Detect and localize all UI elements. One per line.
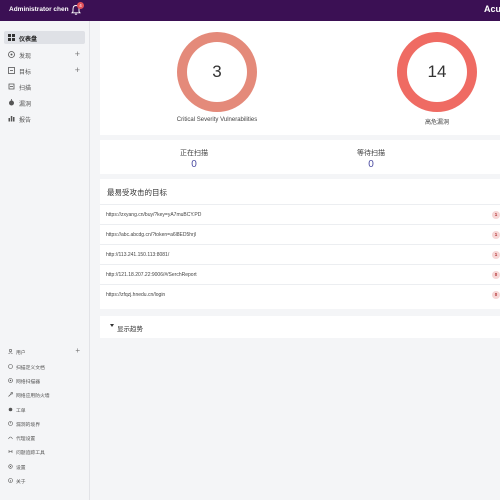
settings-icon <box>8 464 13 469</box>
critical-label: Critical Severity Vulnerabilities <box>176 117 258 123</box>
critical-count: 3 <box>212 62 222 81</box>
running-scans-label: 正在扫描 <box>180 150 208 157</box>
gauge-center: 3 <box>187 42 247 102</box>
waiting-scans-count: 0 <box>368 159 374 170</box>
sidebar-item-settings[interactable]: 设置 <box>4 461 85 472</box>
waiting-scans[interactable]: 等待扫描 0 <box>321 148 421 170</box>
sidebar-item-label: 代理设置 <box>16 437 36 442</box>
caret-down-icon <box>110 324 114 327</box>
show-trend-label: 显示趋势 <box>117 326 143 333</box>
sidebar-item-scan-profiles[interactable]: 扫描定义文档 <box>4 361 85 372</box>
target-url[interactable]: https://abc.abcdg.cn/?token=a6l8ED5hrjl <box>106 232 196 238</box>
vulnerability-icon <box>9 99 14 106</box>
sidebar-item-label: 漏洞 <box>19 102 32 108</box>
sidebar-item-label: 扫描定义文档 <box>16 366 45 371</box>
discover-icon <box>8 51 15 58</box>
sidebar-item-label: 问题追踪工具 <box>16 451 45 456</box>
user-name[interactable]: Administrator chen <box>9 6 69 13</box>
sidebar-item-tickets[interactable]: 工单 <box>4 404 85 415</box>
sidebar-item-about[interactable]: 关于 <box>4 475 85 486</box>
target-url[interactable]: http://113.241.150.113:8081/ <box>106 252 169 258</box>
table-row[interactable]: http://113.241.150.113:8081/ 1 <box>100 244 500 264</box>
scan-status-card: 正在扫描 0 等待扫描 0 <box>100 140 500 174</box>
show-trend-toggle[interactable]: 显示趋势 <box>100 316 500 338</box>
vuln-count-badge: 1 <box>492 231 500 239</box>
sidebar-item-label: 漏洞的境界 <box>16 423 40 428</box>
table-row[interactable]: https://zfqzj.hnedu.cn/login 0 <box>100 284 500 304</box>
vuln-count-badge: 1 <box>492 211 500 219</box>
sidebar-item-network-scanner[interactable]: 网络扫描器 <box>4 375 85 386</box>
vuln-scope-icon <box>8 421 13 426</box>
sidebar-item-targets[interactable]: 目标 + <box>4 64 85 77</box>
vuln-count-badge: 0 <box>492 271 500 279</box>
vuln-count-badge: 1 <box>492 251 500 259</box>
high-label: 高危漏洞 <box>424 120 449 126</box>
user-icon <box>8 349 13 354</box>
sidebar-item-label: 网络扫描器 <box>16 380 40 385</box>
high-severity-gauge[interactable]: 14 <box>397 32 477 112</box>
running-scans-count: 0 <box>191 159 197 170</box>
sidebar-item-proxy[interactable]: 代理设置 <box>4 432 85 443</box>
scan-profile-icon <box>8 364 13 369</box>
proxy-icon <box>8 436 13 440</box>
issue-tracker-icon <box>8 450 13 453</box>
sidebar-item-label: 扫描 <box>19 86 32 92</box>
dashboard-icon <box>8 34 15 41</box>
sidebar-item-waf[interactable]: 网络应用防火墙 <box>4 389 85 400</box>
sidebar-item-label: 设置 <box>16 466 26 471</box>
waf-icon <box>8 392 13 397</box>
sidebar-item-vulnerabilities[interactable]: 漏洞 <box>4 96 85 109</box>
high-count: 14 <box>427 62 447 81</box>
table-row[interactable]: https://abc.abcdg.cn/?token=a6l8ED5hrjl … <box>100 224 500 244</box>
notification-badge: 4 <box>77 2 84 9</box>
add-user-button[interactable]: + <box>75 346 80 355</box>
sidebar-item-discover[interactable]: 发现 + <box>4 48 85 61</box>
waiting-scans-label: 等待扫描 <box>357 150 385 157</box>
ticket-icon <box>8 407 13 412</box>
sidebar-item-vuln-scope[interactable]: 漏洞的境界 <box>4 418 85 429</box>
scan-icon <box>8 83 15 90</box>
report-icon <box>8 116 15 122</box>
targets-icon <box>8 67 15 74</box>
brand-logo-text: Acu <box>484 4 500 14</box>
network-scanner-icon <box>8 378 13 383</box>
sidebar-item-label: 网络应用防火墙 <box>16 394 50 399</box>
sidebar-item-dashboard[interactable]: 仪表盘 <box>4 31 85 44</box>
sidebar-item-label: 目标 <box>19 70 32 76</box>
running-scans[interactable]: 正在扫描 0 <box>144 148 244 170</box>
severity-summary-card: 3 Critical Severity Vulnerabilities 14 高… <box>100 21 500 135</box>
target-url[interactable]: https://zfqzj.hnedu.cn/login <box>106 292 165 298</box>
gauge-center: 14 <box>407 42 467 102</box>
sidebar-item-label: 仪表盘 <box>19 37 38 43</box>
most-vulnerable-targets-card: 最易受攻击的目标 https://zxyang.cn/buy/?key=yA7m… <box>100 179 500 309</box>
add-discover-button[interactable]: + <box>75 49 80 59</box>
target-url[interactable]: http://121.18.207.22:9006/#/SerchReport <box>106 272 197 278</box>
target-url[interactable]: https://zxyang.cn/buy/?key=yA7muBCY.PD <box>106 212 201 218</box>
sidebar-item-users[interactable]: 用户 + <box>4 346 85 357</box>
table-row[interactable]: https://zxyang.cn/buy/?key=yA7muBCY.PD 1 <box>100 204 500 224</box>
about-icon <box>8 478 13 483</box>
critical-severity-gauge[interactable]: 3 <box>177 32 257 112</box>
sidebar-item-label: 工单 <box>16 409 26 414</box>
section-title: 最易受攻击的目标 <box>107 188 167 197</box>
sidebar-item-reports[interactable]: 报告 <box>4 112 85 125</box>
sidebar-item-label: 发现 <box>19 54 32 60</box>
sidebar-item-label: 关于 <box>16 480 26 485</box>
add-target-button[interactable]: + <box>75 65 80 75</box>
vuln-count-badge: 0 <box>492 291 500 299</box>
top-bar: Administrator chen 4 Acu <box>0 0 500 21</box>
sidebar: 仪表盘 发现 + 目标 + 扫描 漏洞 报告 用户 + 扫描定义文档 网络扫描器… <box>0 21 90 500</box>
sidebar-item-label: 用户 <box>16 351 26 356</box>
sidebar-item-issue-trackers[interactable]: 问题追踪工具 <box>4 446 85 457</box>
sidebar-item-scans[interactable]: 扫描 <box>4 80 85 93</box>
table-row[interactable]: http://121.18.207.22:9006/#/SerchReport … <box>100 264 500 284</box>
sidebar-item-label: 报告 <box>19 118 32 124</box>
